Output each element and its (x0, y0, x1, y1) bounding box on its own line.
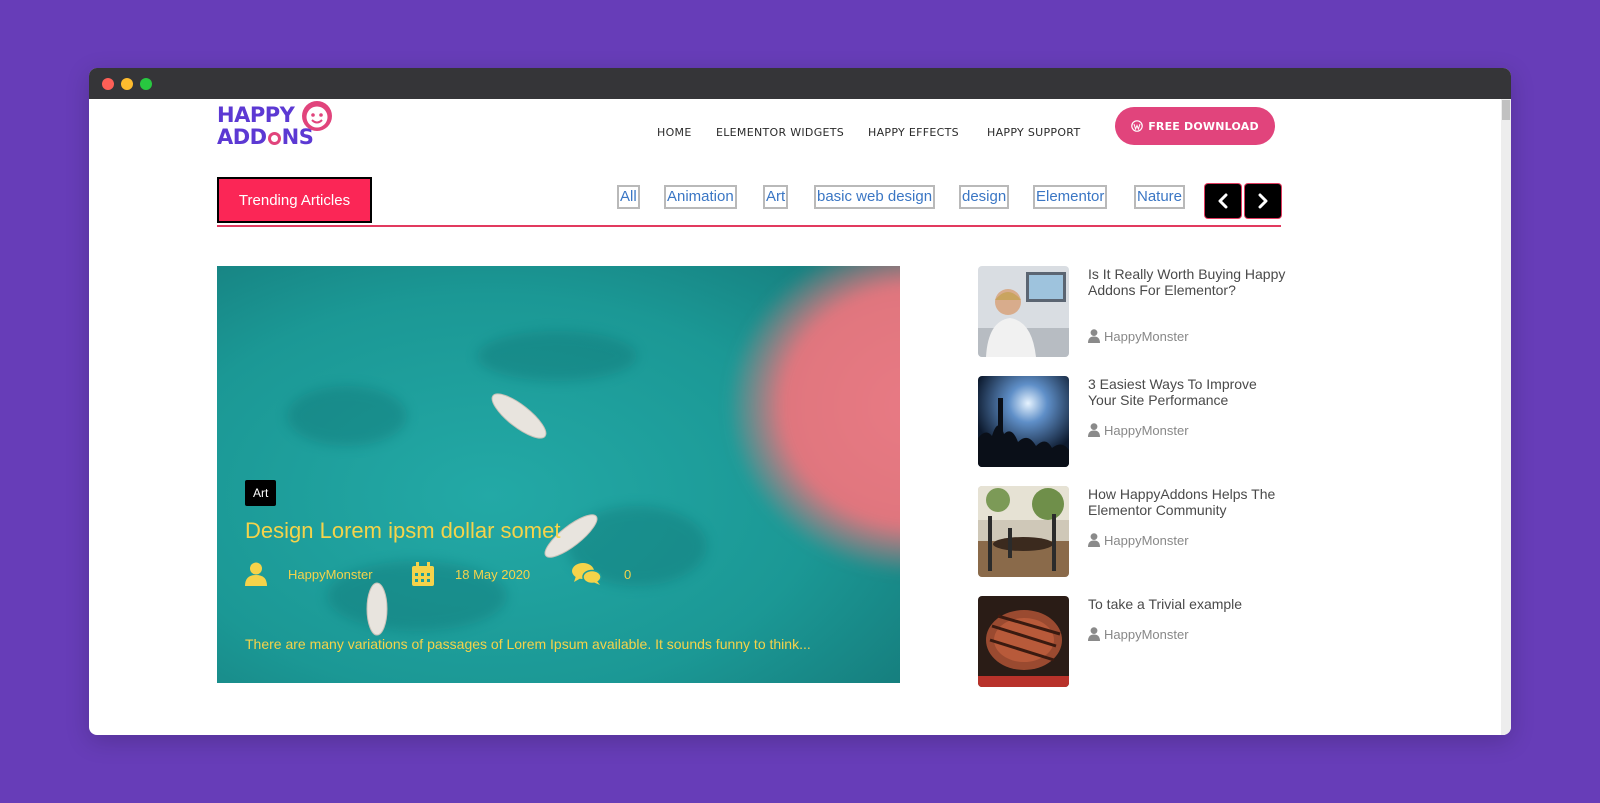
side-post-2-image (978, 376, 1069, 467)
featured-meta: HappyMonster 18 May 2020 0 (245, 562, 685, 588)
logo-text: HAPPY ADD NS (217, 103, 314, 149)
side-post-4-author-name[interactable]: HappyMonster (1104, 627, 1189, 642)
happy-face-icon (302, 101, 332, 131)
side-post-1[interactable]: Is It Really Worth Buying Happy Addons F… (978, 266, 1288, 358)
filter-design[interactable]: design (959, 185, 1010, 209)
browser-window: HAPPY ADD NS HOME ELEMENTOR WIDGETS HAPPY… (89, 68, 1511, 735)
side-post-3[interactable]: How HappyAddons Helps The Elementor Comm… (978, 486, 1288, 578)
side-post-1-image (978, 266, 1069, 357)
logo-part-add: ADD (217, 125, 267, 149)
side-post-1-author-name[interactable]: HappyMonster (1104, 329, 1189, 344)
side-post-3-author: HappyMonster (1088, 532, 1268, 548)
side-post-4-author: HappyMonster (1088, 626, 1268, 642)
filter-nature[interactable]: Nature (1134, 185, 1186, 209)
prev-button[interactable] (1205, 184, 1241, 218)
scrollbar-thumb[interactable] (1502, 100, 1510, 120)
side-post-1-title[interactable]: Is It Really Worth Buying Happy Addons F… (1088, 266, 1288, 298)
next-button[interactable] (1245, 184, 1281, 218)
side-post-3-thumbnail[interactable] (978, 486, 1069, 577)
page-scrollbar[interactable] (1501, 99, 1511, 735)
filter-art[interactable]: Art (763, 185, 789, 209)
logo-o-icon (267, 132, 281, 145)
featured-image (217, 266, 900, 683)
side-post-4[interactable]: To take a Trivial example HappyMonster (978, 596, 1288, 688)
featured-date: 18 May 2020 (455, 567, 531, 582)
side-post-2-thumbnail[interactable] (978, 376, 1069, 467)
side-post-2[interactable]: 3 Easiest Ways To Improve Your Site Perf… (978, 376, 1288, 468)
side-post-1-author: HappyMonster (1088, 328, 1268, 344)
free-download-label: FREE DOWNLOAD (1148, 119, 1259, 133)
side-post-2-author-name[interactable]: HappyMonster (1104, 423, 1189, 438)
logo-line-2: ADD NS (217, 125, 314, 149)
filter-basic-web-design[interactable]: basic web design (814, 185, 936, 209)
trending-divider (217, 225, 1281, 227)
featured-excerpt: There are many variations of passages of… (245, 636, 811, 652)
nav-home[interactable]: HOME (657, 126, 692, 139)
chevron-right-icon (1258, 193, 1268, 209)
calendar-icon (412, 562, 434, 586)
side-post-3-image (978, 486, 1069, 577)
trending-articles-label: Trending Articles (217, 177, 372, 223)
wordpress-icon (1131, 120, 1144, 132)
side-post-3-author-name[interactable]: HappyMonster (1104, 533, 1189, 548)
side-post-2-author: HappyMonster (1088, 422, 1268, 438)
user-icon (1088, 423, 1100, 437)
maximize-window-dot[interactable] (140, 78, 152, 90)
nav-elementor-widgets[interactable]: ELEMENTOR WIDGETS (716, 126, 844, 139)
side-post-4-thumbnail[interactable] (978, 596, 1069, 687)
nav-happy-support[interactable]: HAPPY SUPPORT (987, 126, 1080, 139)
close-window-dot[interactable] (102, 78, 114, 90)
category-badge[interactable]: Art (245, 480, 277, 506)
featured-post-card[interactable]: Art Design Lorem ipsm dollar somet Happy… (217, 266, 900, 683)
featured-title[interactable]: Design Lorem ipsm dollar somet (245, 518, 560, 544)
user-icon (245, 562, 267, 586)
chevron-left-icon (1218, 193, 1228, 209)
user-icon (1088, 627, 1100, 641)
filter-animation[interactable]: Animation (664, 185, 737, 209)
title-bar (89, 68, 1511, 99)
side-post-3-title[interactable]: How HappyAddons Helps The Elementor Comm… (1088, 486, 1288, 518)
filter-elementor[interactable]: Elementor (1033, 185, 1108, 209)
logo-line-1: HAPPY (217, 103, 295, 127)
user-icon (1088, 533, 1100, 547)
user-icon (1088, 329, 1100, 343)
happy-addons-logo[interactable]: HAPPY ADD NS (217, 101, 337, 160)
side-post-1-thumbnail[interactable] (978, 266, 1069, 357)
featured-author[interactable]: HappyMonster (288, 567, 373, 582)
featured-comment-count[interactable]: 0 (624, 567, 631, 582)
free-download-button[interactable]: FREE DOWNLOAD (1115, 107, 1275, 145)
side-post-4-title[interactable]: To take a Trivial example (1088, 596, 1288, 612)
filter-all[interactable]: All (617, 185, 640, 209)
minimize-window-dot[interactable] (121, 78, 133, 90)
comments-icon (572, 563, 602, 585)
side-post-2-title[interactable]: 3 Easiest Ways To Improve Your Site Perf… (1088, 376, 1288, 408)
nav-happy-effects[interactable]: HAPPY EFFECTS (868, 126, 959, 139)
side-post-4-image (978, 596, 1069, 687)
